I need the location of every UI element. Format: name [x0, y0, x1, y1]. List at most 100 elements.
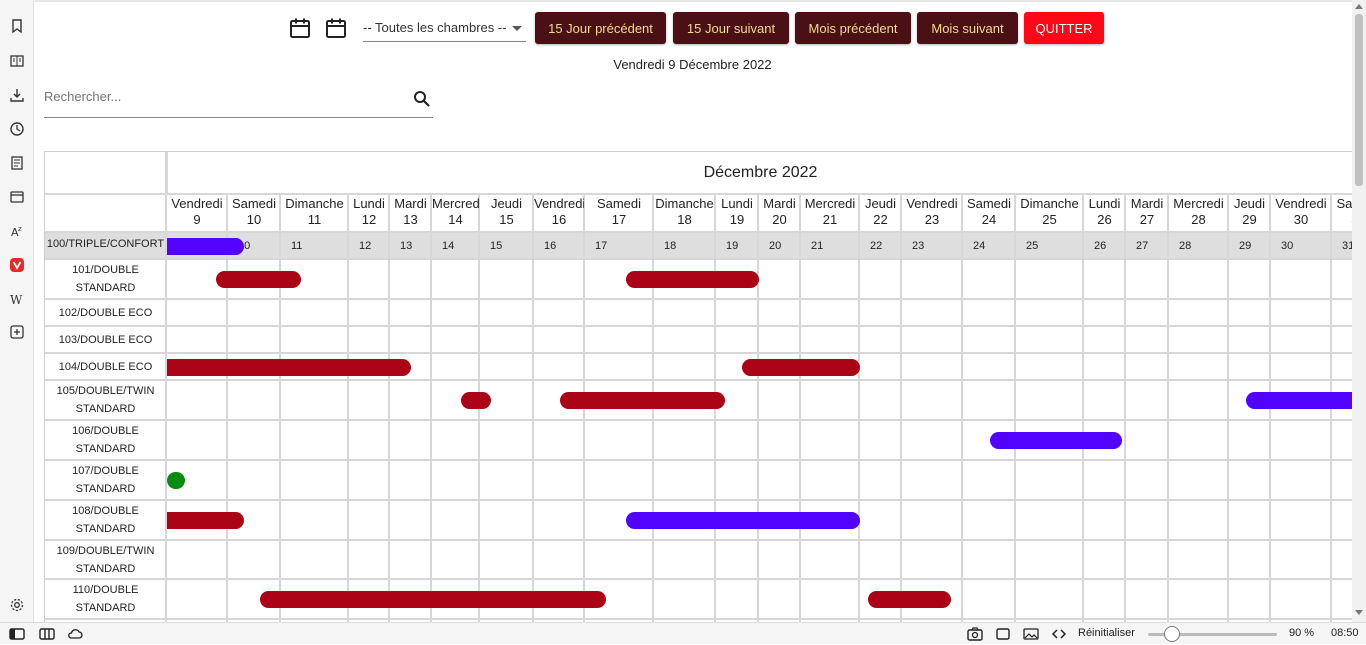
day-number-cell: 17	[595, 240, 608, 252]
room-label[interactable]: 100/TRIPLE/CONFORT	[45, 233, 166, 259]
reservation-bar[interactable]	[626, 512, 860, 529]
day-header: Mercredi 28	[1169, 196, 1228, 232]
room-label[interactable]: 103/DOUBLE ECO	[45, 326, 166, 353]
room-label[interactable]: 102/DOUBLE ECO	[45, 299, 166, 326]
reservation-bar[interactable]	[167, 359, 411, 376]
day-name: Samedi	[596, 196, 642, 211]
history-icon[interactable]	[8, 120, 26, 138]
room-row-line	[45, 459, 1352, 461]
day-header: Vendredi 9	[167, 196, 227, 232]
tab-tiling-icon[interactable]	[39, 626, 55, 642]
reservation-bar[interactable]	[741, 359, 860, 376]
reservation-bar[interactable]	[626, 271, 759, 288]
next-15-days-button[interactable]: 15 Jour suivant	[673, 12, 789, 44]
room-label[interactable]: 108/DOUBLE STANDARD	[45, 500, 166, 540]
scroll-up-arrow-icon[interactable]	[1355, 4, 1363, 9]
month-title: Décembre 2022	[166, 152, 1352, 194]
room-label[interactable]: 101/DOUBLE STANDARD	[45, 259, 166, 299]
day-number-cell: 14	[442, 240, 455, 252]
download-icon[interactable]	[8, 86, 26, 104]
reservation-bar[interactable]	[167, 238, 244, 255]
room-label[interactable]: 109/DOUBLE/TWIN STANDARD	[45, 540, 166, 579]
chevron-down-icon	[512, 26, 522, 31]
room-row-line	[45, 499, 1352, 501]
day-header: Dimanche 11	[281, 196, 348, 232]
reservation-bar[interactable]	[559, 392, 725, 409]
day-header: Vendredi 30	[1271, 196, 1331, 232]
reservation-bar[interactable]	[460, 392, 491, 409]
translate-icon[interactable]: Az	[8, 222, 26, 240]
day-number-cell: 31	[1342, 240, 1352, 252]
reservation-bar[interactable]	[868, 591, 951, 608]
reservation-bar[interactable]	[1245, 392, 1352, 409]
room-label[interactable]: 110/DOUBLE STANDARD	[45, 579, 166, 619]
window-panel-icon[interactable]	[8, 188, 26, 206]
wikipedia-icon[interactable]: W	[8, 290, 26, 308]
code-icon[interactable]	[1051, 626, 1067, 642]
room-row-line	[45, 379, 1352, 381]
svg-text:W: W	[10, 293, 23, 307]
day-name: Lundi	[721, 196, 753, 211]
zoom-reset-button[interactable]: Réinitialiser	[1078, 627, 1135, 639]
vertical-scrollbar[interactable]	[1352, 0, 1366, 622]
calendar-end-icon[interactable]	[325, 17, 347, 39]
room-filter-select[interactable]: -- Toutes les chambres --	[363, 14, 526, 42]
day-name: Mercredi	[1173, 196, 1224, 211]
day-number: 14	[448, 212, 463, 227]
image-icon[interactable]	[1023, 626, 1039, 642]
room-row-line	[45, 258, 1352, 260]
calendar-start-icon[interactable]	[289, 17, 311, 39]
reservation-bar[interactable]	[989, 432, 1122, 449]
room-row-line	[45, 419, 1352, 421]
room-label[interactable]: 104/DOUBLE ECO	[45, 353, 166, 380]
day-name: Jeudi	[490, 196, 523, 211]
day-number-cell: 30	[1281, 240, 1294, 252]
window-icon[interactable]	[995, 626, 1011, 642]
settings-icon[interactable]	[8, 596, 26, 614]
day-number: 15	[499, 212, 514, 227]
day-number: 23	[924, 212, 940, 227]
prev-month-button[interactable]: Mois précédent	[795, 12, 911, 44]
room-label[interactable]: 106/DOUBLE STANDARD	[45, 420, 166, 460]
day-header: Jeudi 22	[860, 196, 901, 232]
day-header: Vendredi 16	[534, 196, 584, 232]
day-header: Lundi 19	[716, 196, 758, 232]
day-number-cell: 25	[1026, 240, 1039, 252]
room-label[interactable]: 107/DOUBLE STANDARD	[45, 460, 166, 500]
bookmark-icon[interactable]	[8, 17, 26, 35]
prev-15-days-button[interactable]: 15 Jour précédent	[535, 12, 666, 44]
quit-button[interactable]: QUITTER	[1024, 12, 1104, 44]
scroll-thumb[interactable]	[1355, 14, 1363, 186]
reservation-bar[interactable]	[215, 271, 302, 288]
day-name: Jeudi	[1233, 196, 1266, 211]
cloud-sync-icon[interactable]	[67, 626, 83, 642]
scroll-down-arrow-icon[interactable]	[1355, 610, 1363, 615]
day-number: 30	[1293, 212, 1309, 227]
day-header: Samedi 17	[585, 196, 653, 232]
day-header: Jeudi 15	[480, 196, 533, 232]
day-number: 29	[1242, 212, 1257, 227]
room-label[interactable]: 105/DOUBLE/TWIN STANDARD	[45, 380, 166, 420]
day-header: Lundi 26	[1084, 196, 1125, 232]
top-divider	[35, 0, 1352, 2]
next-month-button[interactable]: Mois suivant	[917, 12, 1018, 44]
reservation-bar[interactable]	[167, 512, 244, 529]
day-number-cell: 21	[811, 240, 824, 252]
day-number: 28	[1191, 212, 1206, 227]
add-panel-icon[interactable]	[8, 323, 26, 341]
notes-icon[interactable]	[8, 154, 26, 172]
reservation-bar[interactable]	[259, 591, 606, 608]
reading-list-icon[interactable]	[8, 52, 26, 70]
day-header: Jeudi 29	[1229, 196, 1270, 232]
search-input[interactable]	[44, 89, 394, 104]
day-number: 17	[611, 212, 627, 227]
capture-icon[interactable]	[967, 626, 983, 642]
day-name: Samedi	[1336, 196, 1352, 211]
day-name: Samedi	[231, 196, 277, 211]
search-icon[interactable]	[413, 90, 431, 108]
reservation-bar[interactable]	[167, 472, 186, 489]
vivaldi-icon[interactable]	[8, 256, 26, 274]
day-number: 31	[1332, 212, 1352, 228]
zoom-slider-knob[interactable]	[1164, 626, 1180, 642]
panel-toggle-icon[interactable]	[9, 626, 25, 642]
